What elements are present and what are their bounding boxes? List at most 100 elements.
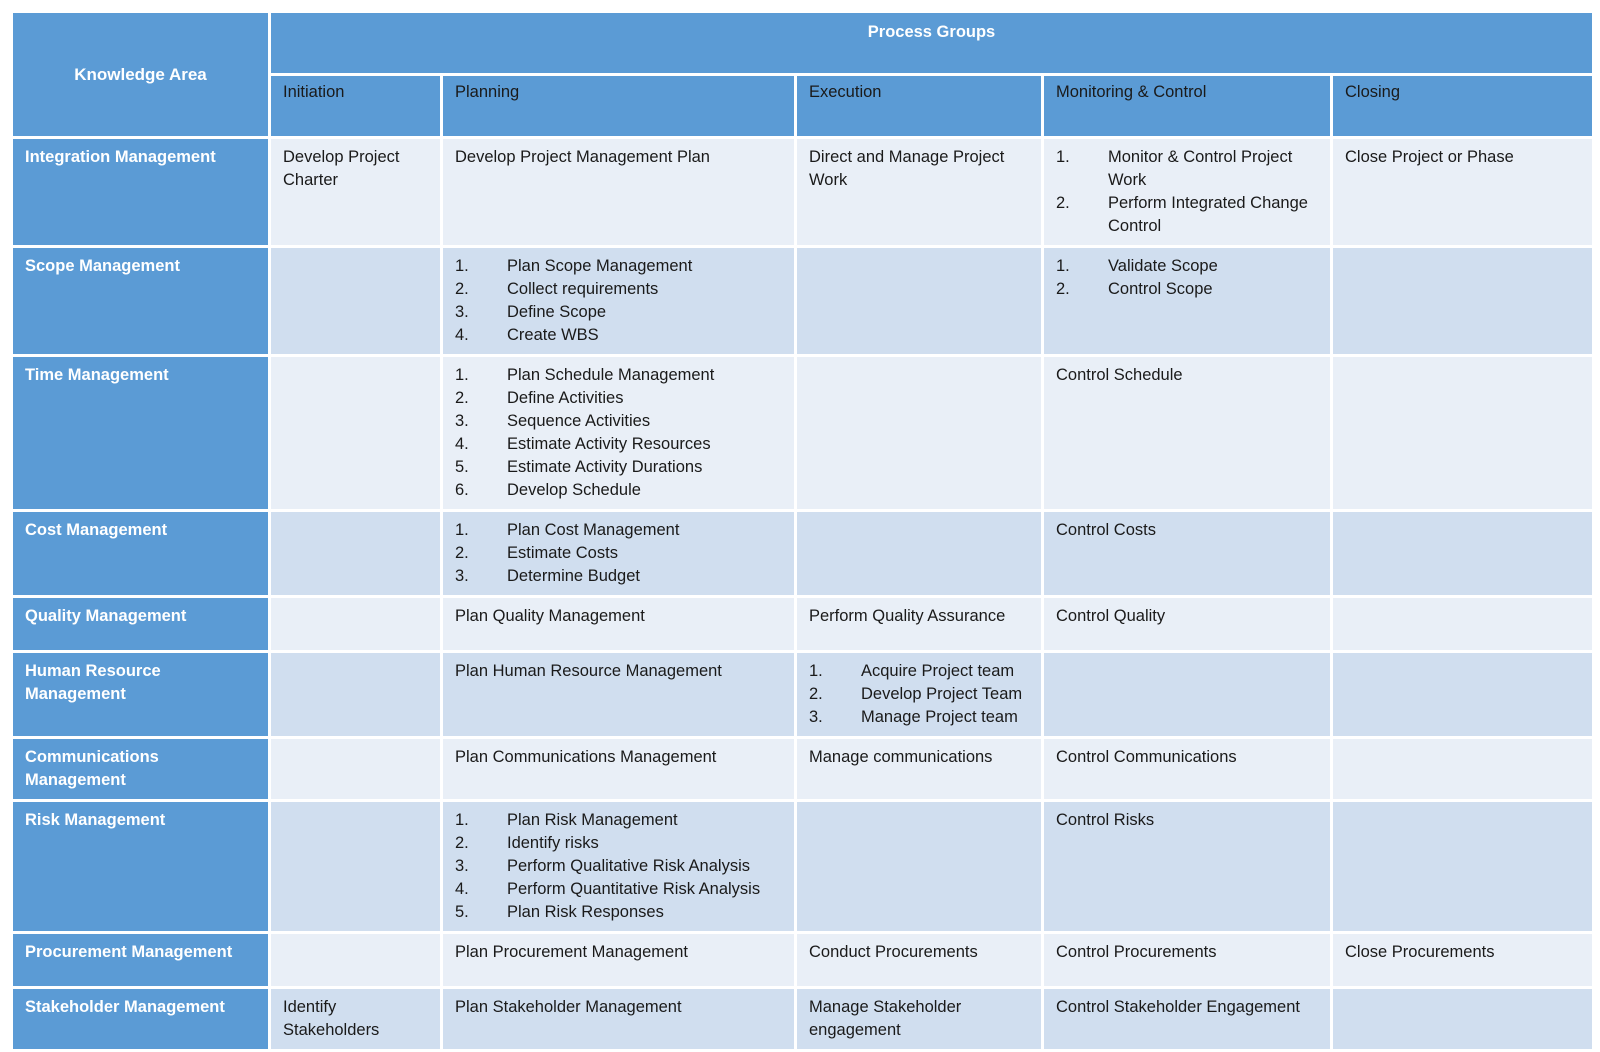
process-name: Plan Human Resource Management [455, 662, 722, 680]
table-row: Cost Management 1. Plan Cost Management 2. E… [10, 509, 1595, 598]
cell-closing [1330, 736, 1595, 802]
list-number: 2. [809, 685, 823, 703]
process-name: Develop Schedule [507, 481, 641, 499]
process-list-item: 1. Validate Scope [1056, 255, 1318, 278]
process-name: Close Project or Phase [1345, 148, 1514, 166]
cell-monitoring-control: Control Quality [1041, 595, 1333, 653]
process-list-item: 4. Perform Quantitative Risk Analysis [455, 878, 782, 901]
list-number: 3. [455, 303, 469, 321]
list-number: 1. [1056, 257, 1070, 275]
cell-execution: Manage Stakeholder engagement [794, 986, 1044, 1052]
process-name: Estimate Costs [507, 544, 618, 562]
process-name: Estimate Activity Durations [507, 458, 703, 476]
process-list-item: 1. Plan Schedule Management [455, 364, 782, 387]
process-list-item: 5. Plan Risk Responses [455, 901, 782, 924]
process-name: Manage Project team [861, 708, 1018, 726]
knowledge-area-header: Knowledge Area [10, 10, 271, 139]
cell-initiation [268, 595, 443, 653]
process-list-item: 2. Estimate Costs [455, 542, 782, 565]
list-number: 4. [455, 435, 469, 453]
process-name: Develop Project Team [861, 685, 1023, 703]
list-number: 6. [455, 481, 469, 499]
process-name: Validate Scope [1108, 257, 1218, 275]
list-number: 2. [455, 389, 469, 407]
list-number: 4. [455, 326, 469, 344]
process-list-item: 3. Define Scope [455, 301, 782, 324]
process-name: Manage communications [809, 748, 993, 766]
cell-monitoring-control: Control Procurements [1041, 931, 1333, 989]
process-name: Plan Schedule Management [507, 366, 715, 384]
process-name: Control Communications [1056, 748, 1237, 766]
cell-planning: 1. Plan Schedule Management 2. Define Activ… [440, 354, 797, 512]
cell-initiation: Develop Project Charter [268, 136, 443, 248]
process-name: Develop Project Charter [283, 148, 400, 189]
cell-initiation [268, 354, 443, 512]
process-list: 1. Plan Risk Management 2. Identify risks 3.… [455, 809, 782, 924]
process-name: Plan Risk Responses [507, 903, 664, 921]
list-number: 3. [809, 708, 823, 726]
cell-planning: Plan Human Resource Management [440, 650, 797, 739]
knowledge-area-cell: Human Resource Management [10, 650, 271, 739]
cell-closing [1330, 509, 1595, 598]
cell-closing [1330, 799, 1595, 934]
process-list-item: 4. Create WBS [455, 324, 782, 347]
process-list: 1. Monitor & Control Project Work 2. Perfor… [1056, 146, 1318, 238]
cell-execution: Perform Quality Assurance [794, 595, 1044, 653]
process-name: Perform Integrated Change Control [1108, 194, 1308, 235]
list-number: 2. [455, 280, 469, 298]
process-name: Control Procurements [1056, 943, 1217, 961]
cell-monitoring-control: Control Schedule [1041, 354, 1333, 512]
list-number: 1. [455, 521, 469, 539]
cell-planning: Develop Project Management Plan [440, 136, 797, 248]
table-body: Integration Management Develop Project Ch… [10, 136, 1595, 1052]
process-name: Plan Risk Management [507, 811, 678, 829]
knowledge-area-cell: Communications Management [10, 736, 271, 802]
cell-monitoring-control: Control Communications [1041, 736, 1333, 802]
process-list-item: 3. Manage Project team [809, 706, 1029, 729]
table-row: Stakeholder Management Identify Stakehold… [10, 986, 1595, 1052]
process-name: Define Scope [507, 303, 607, 321]
list-number: 5. [455, 903, 469, 921]
column-header-execution: Execution [794, 73, 1044, 139]
process-name: Perform Qualitative Risk Analysis [507, 857, 750, 875]
process-list-item: 1. Plan Cost Management [455, 519, 782, 542]
cell-monitoring-control: Control Costs [1041, 509, 1333, 598]
process-name: Control Risks [1056, 811, 1155, 829]
cell-closing [1330, 354, 1595, 512]
cell-closing: Close Project or Phase [1330, 136, 1595, 248]
process-groups-table: Knowledge Area Process Groups Initiation… [10, 10, 1595, 1052]
process-name: Perform Quantitative Risk Analysis [507, 880, 761, 898]
process-groups-header: Process Groups [268, 10, 1595, 76]
process-list-item: 5. Estimate Activity Durations [455, 456, 782, 479]
table-row: Integration Management Develop Project Ch… [10, 136, 1595, 248]
cell-closing [1330, 245, 1595, 357]
process-name: Identify risks [507, 834, 599, 852]
cell-planning: 1. Plan Cost Management 2. Estimate Costs 3.… [440, 509, 797, 598]
cell-monitoring-control [1041, 650, 1333, 739]
cell-planning: Plan Stakeholder Management [440, 986, 797, 1052]
process-list-item: 3. Perform Qualitative Risk Analysis [455, 855, 782, 878]
list-number: 2. [455, 834, 469, 852]
process-list-item: 1. Monitor & Control Project Work [1056, 146, 1318, 192]
process-list-item: 1. Plan Scope Management [455, 255, 782, 278]
list-number: 3. [455, 567, 469, 585]
cell-planning: Plan Quality Management [440, 595, 797, 653]
process-list-item: 1. Plan Risk Management [455, 809, 782, 832]
table-row: Communications Management Plan Communicat… [10, 736, 1595, 802]
column-header-closing: Closing [1330, 73, 1595, 139]
cell-execution [794, 799, 1044, 934]
process-name: Estimate Activity Resources [507, 435, 711, 453]
list-number: 1. [455, 366, 469, 384]
cell-planning: Plan Procurement Management [440, 931, 797, 989]
knowledge-area-cell: Time Management [10, 354, 271, 512]
list-number: 4. [455, 880, 469, 898]
process-name: Control Costs [1056, 521, 1156, 539]
table-row: Human Resource Management Plan Human Reso… [10, 650, 1595, 739]
column-header-monitoring-control: Monitoring & Control [1041, 73, 1333, 139]
cell-initiation [268, 931, 443, 989]
table-row: Risk Management 1. Plan Risk Management 2. I… [10, 799, 1595, 934]
knowledge-area-cell: Stakeholder Management [10, 986, 271, 1052]
cell-initiation [268, 736, 443, 802]
cell-planning: 1. Plan Risk Management 2. Identify risks 3.… [440, 799, 797, 934]
cell-initiation [268, 245, 443, 357]
